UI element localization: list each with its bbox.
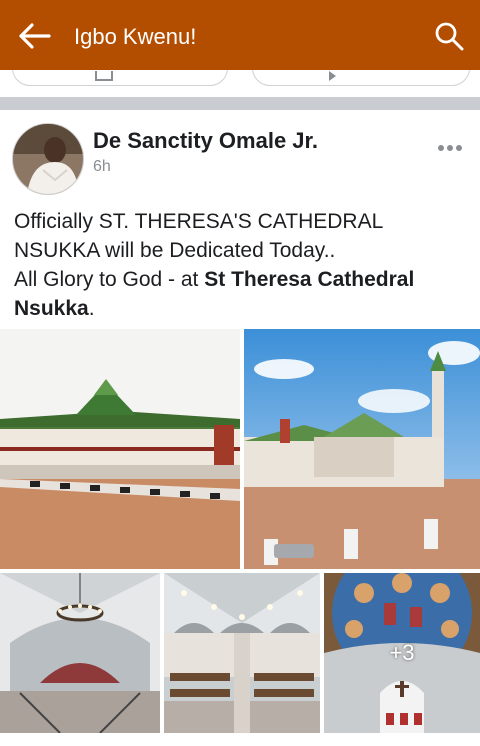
previous-post-actions xyxy=(0,70,480,88)
post-text-line1: Officially ST. THERESA'S CATHEDRAL NSUKK… xyxy=(14,210,383,262)
post-text-suffix: . xyxy=(88,297,95,320)
search-icon[interactable] xyxy=(434,21,464,51)
page-title: Igbo Kwenu! xyxy=(74,24,197,49)
post-timestamp: 6h xyxy=(93,158,111,175)
feed-divider xyxy=(0,97,480,110)
more-options-icon[interactable] xyxy=(438,138,466,154)
post-photo-4[interactable] xyxy=(164,573,320,733)
avatar[interactable] xyxy=(12,123,84,195)
more-photos-count[interactable]: +3 xyxy=(324,573,480,733)
post-text-line2: All Glory to God - at xyxy=(14,268,205,291)
feed-post: De Sanctity Omale Jr. 6h Officially ST. … xyxy=(0,110,480,746)
back-arrow-icon[interactable] xyxy=(18,21,52,51)
post-photo-1[interactable] xyxy=(0,329,240,569)
share-icon xyxy=(329,71,336,81)
share-button[interactable] xyxy=(252,70,470,86)
thumbs-up-icon xyxy=(95,71,113,81)
like-button[interactable] xyxy=(12,70,228,86)
app-header: Igbo Kwenu! xyxy=(0,0,480,70)
post-author[interactable]: De Sanctity Omale Jr. xyxy=(93,128,318,154)
post-photo-2[interactable] xyxy=(244,329,480,569)
post-photo-5[interactable]: +3 xyxy=(324,573,480,733)
post-photo-3[interactable] xyxy=(0,573,160,733)
post-text: Officially ST. THERESA'S CATHEDRAL NSUKK… xyxy=(14,207,470,323)
